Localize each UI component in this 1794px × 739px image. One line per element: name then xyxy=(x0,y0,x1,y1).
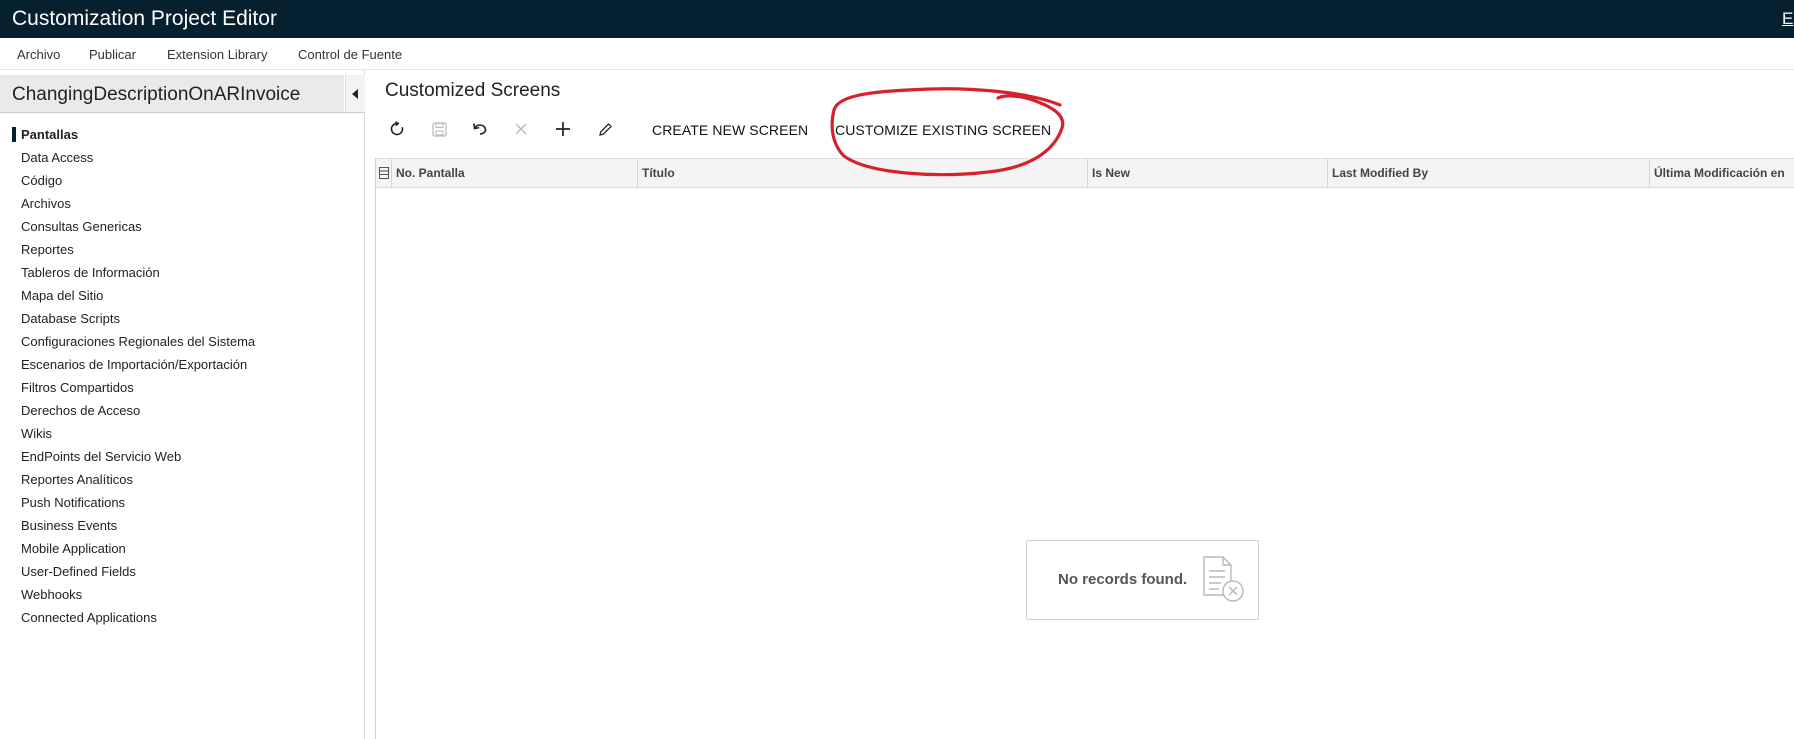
sidebar-item-database-scripts[interactable]: Database Scripts xyxy=(0,307,255,330)
save-button[interactable] xyxy=(427,117,451,141)
save-icon xyxy=(431,121,447,137)
add-icon xyxy=(556,122,570,136)
sidebar-item-escenarios[interactable]: Escenarios de Importación/Exportación xyxy=(0,353,255,376)
collapse-sidebar-button[interactable] xyxy=(345,75,365,112)
sidebar-item-archivos[interactable]: Archivos xyxy=(0,192,255,215)
no-records-panel: No records found. xyxy=(1026,540,1259,620)
sidebar-item-tableros[interactable]: Tableros de Información xyxy=(0,261,255,284)
column-header-no-pantalla[interactable]: No. Pantalla xyxy=(392,159,638,187)
divider xyxy=(0,112,364,113)
refresh-button[interactable] xyxy=(385,117,409,141)
sidebar-item-mapa-del-sitio[interactable]: Mapa del Sitio xyxy=(0,284,255,307)
column-header-last-modified-by[interactable]: Last Modified By xyxy=(1328,159,1650,187)
main-panel: Customized Screens CREATE NEW SCREEN CUS… xyxy=(365,70,1794,739)
sidebar-item-consultas-genericas[interactable]: Consultas Genericas xyxy=(0,215,255,238)
column-chooser-icon xyxy=(378,167,389,179)
delete-button[interactable] xyxy=(509,117,533,141)
sidebar-item-user-defined-fields[interactable]: User-Defined Fields xyxy=(0,560,255,583)
sidebar-item-business-events[interactable]: Business Events xyxy=(0,514,255,537)
grid-header: No. Pantalla Título Is New Last Modified… xyxy=(376,158,1794,188)
sidebar-item-pantallas[interactable]: Pantallas xyxy=(0,123,255,146)
sidebar-item-data-access[interactable]: Data Access xyxy=(0,146,255,169)
no-records-document-icon xyxy=(1203,556,1244,602)
sidebar-item-webhooks[interactable]: Webhooks xyxy=(0,583,255,606)
undo-icon xyxy=(473,123,487,135)
sidebar-item-mobile-application[interactable]: Mobile Application xyxy=(0,537,255,560)
sidebar-item-endpoints[interactable]: EndPoints del Servicio Web xyxy=(0,445,255,468)
column-header-ultima-modificacion[interactable]: Última Modificación en xyxy=(1650,159,1794,187)
menu-publicar[interactable]: Publicar xyxy=(89,47,136,62)
page-title: Customized Screens xyxy=(385,80,561,101)
sidebar-nav: Pantallas Data Access Código Archivos Co… xyxy=(0,123,255,629)
column-header-titulo[interactable]: Título xyxy=(638,159,1088,187)
customized-screens-grid: No. Pantalla Título Is New Last Modified… xyxy=(375,158,1794,739)
sidebar-item-reportes[interactable]: Reportes xyxy=(0,238,255,261)
refresh-icon xyxy=(390,121,404,136)
sidebar-item-wikis[interactable]: Wikis xyxy=(0,422,255,445)
project-name: ChangingDescriptionOnARInvoice xyxy=(12,84,301,105)
undo-button[interactable] xyxy=(468,117,492,141)
sidebar-item-derechos-de-acceso[interactable]: Derechos de Acceso xyxy=(0,399,255,422)
project-header: ChangingDescriptionOnARInvoice xyxy=(0,75,344,112)
sidebar-item-reportes-analiticos[interactable]: Reportes Analíticos xyxy=(0,468,255,491)
edit-icon xyxy=(598,122,612,136)
sidebar-item-connected-applications[interactable]: Connected Applications xyxy=(0,606,255,629)
sidebar-item-codigo[interactable]: Código xyxy=(0,169,255,192)
sidebar-item-push-notifications[interactable]: Push Notifications xyxy=(0,491,255,514)
menu-archivo[interactable]: Archivo xyxy=(17,47,60,62)
create-new-screen-button[interactable]: CREATE NEW SCREEN xyxy=(652,122,808,138)
user-menu-link[interactable]: E xyxy=(1782,9,1794,29)
sidebar-item-filtros-compartidos[interactable]: Filtros Compartidos xyxy=(0,376,255,399)
add-button[interactable] xyxy=(551,117,575,141)
sidebar: ChangingDescriptionOnARInvoice Pantallas… xyxy=(0,70,365,739)
column-chooser-button[interactable] xyxy=(376,159,392,187)
delete-icon xyxy=(515,123,527,135)
title-bar: Customization Project Editor E xyxy=(0,0,1794,38)
menu-extension-library[interactable]: Extension Library xyxy=(167,47,267,62)
no-records-message: No records found. xyxy=(1058,571,1188,588)
menu-bar: Archivo Publicar Extension Library Contr… xyxy=(0,40,1794,70)
edit-button[interactable] xyxy=(593,117,617,141)
menu-control-de-fuente[interactable]: Control de Fuente xyxy=(298,47,402,62)
sidebar-item-configuraciones-regionales[interactable]: Configuraciones Regionales del Sistema xyxy=(0,330,255,353)
customize-existing-screen-button[interactable]: CUSTOMIZE EXISTING SCREEN xyxy=(835,122,1051,138)
app-title: Customization Project Editor xyxy=(12,7,277,30)
column-header-is-new[interactable]: Is New xyxy=(1088,159,1328,187)
